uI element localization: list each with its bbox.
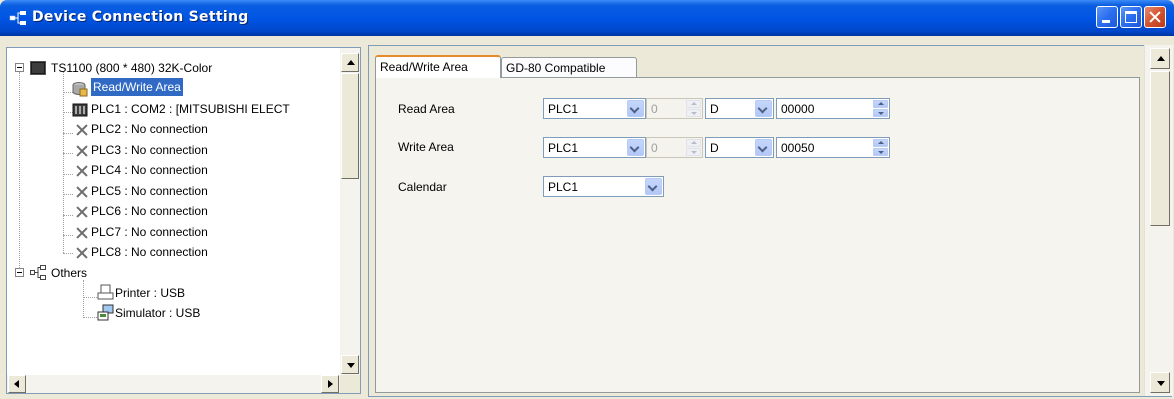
tab-gd80-compatible[interactable]: GD-80 Compatible — [501, 57, 637, 77]
x-icon — [75, 144, 89, 158]
collapse-others-toggle[interactable] — [15, 268, 24, 277]
scroll-right-button[interactable] — [321, 375, 339, 393]
stepper-value: 00050 — [781, 141, 815, 155]
tree-vertical-scrollbar[interactable] — [340, 48, 360, 376]
write-area-plc-select[interactable]: PLC1 — [543, 137, 646, 158]
x-icon — [75, 246, 89, 260]
tree-item-label: PLC7 : No connection — [91, 225, 208, 239]
select-value: PLC1 — [548, 180, 579, 194]
tree-connector — [63, 194, 73, 195]
collapse-root-toggle[interactable] — [15, 63, 24, 72]
tab-label: Read/Write Area — [380, 60, 468, 74]
scroll-left-button[interactable] — [8, 375, 26, 393]
maximize-button[interactable] — [1120, 6, 1142, 28]
tree-connector — [63, 153, 73, 154]
window-title: Device Connection Setting — [32, 9, 249, 25]
read-area-label: Read Area — [398, 102, 455, 116]
tree-item-label: Others — [51, 266, 88, 280]
scroll-down-button[interactable] — [1150, 372, 1170, 393]
plc-icon — [72, 103, 88, 117]
title-bar[interactable]: Device Connection Setting — [0, 0, 1174, 36]
calendar-label: Calendar — [398, 180, 447, 194]
size-grip — [340, 375, 360, 393]
tree-connector — [63, 174, 73, 175]
write-area-label: Write Area — [398, 140, 454, 154]
tree-item-label: Read/Write Area — [90, 77, 184, 97]
monitor-icon — [30, 61, 46, 75]
spin-buttons — [686, 139, 701, 156]
select-value: PLC1 — [548, 141, 579, 155]
tree-item-label: PLC2 : No connection — [91, 122, 208, 136]
chevron-down-icon[interactable] — [755, 139, 772, 156]
minimize-button[interactable] — [1096, 6, 1118, 28]
panel-vertical-scrollbar[interactable] — [1144, 45, 1173, 396]
tree-connector — [19, 72, 20, 272]
write-area-address-stepper[interactable]: 00050 — [776, 137, 890, 158]
scroll-up-button[interactable] — [1150, 48, 1170, 69]
x-icon — [75, 123, 89, 137]
read-area-plc-select[interactable]: PLC1 — [543, 98, 646, 119]
x-icon — [75, 185, 89, 199]
chevron-down-icon[interactable] — [627, 100, 644, 117]
select-value: D — [710, 141, 719, 155]
scroll-down-button[interactable] — [341, 355, 359, 374]
read-area-device-select[interactable]: D — [705, 98, 774, 119]
scroll-thumb[interactable] — [1150, 71, 1170, 226]
calendar-plc-select[interactable]: PLC1 — [543, 176, 664, 197]
tree-connector — [63, 133, 73, 134]
tree-item-label: PLC3 : No connection — [91, 143, 208, 157]
chevron-down-icon[interactable] — [755, 100, 772, 117]
database-icon — [72, 82, 88, 97]
tree-item-label: PLC1 : COM2 : [MITSUBISHI ELECT — [91, 102, 290, 116]
tree-item-label: TS1100 (800 * 480) 32K-Color — [51, 61, 213, 75]
tree-item-label: PLC8 : No connection — [91, 245, 208, 259]
scroll-thumb[interactable] — [341, 73, 359, 179]
tree-item-label: Printer : USB — [115, 286, 186, 300]
spin-buttons[interactable] — [873, 139, 888, 156]
write-area-device-select[interactable]: D — [705, 137, 774, 158]
tree-item-label: PLC4 : No connection — [91, 163, 208, 177]
tree-connector — [63, 253, 73, 254]
read-area-port-stepper: 0 — [646, 98, 703, 119]
network-icon — [30, 265, 46, 280]
tree-item-label: Simulator : USB — [115, 306, 201, 320]
tree-item-label: PLC6 : No connection — [91, 204, 208, 218]
device-connection-window: Device Connection Setting TS1100 (800 * … — [0, 0, 1174, 399]
tree-connector — [83, 317, 97, 318]
tree-connector — [83, 297, 97, 298]
select-value: D — [710, 102, 719, 116]
select-value: PLC1 — [548, 102, 579, 116]
tree-horizontal-scrollbar[interactable] — [7, 375, 340, 393]
x-icon — [75, 164, 89, 178]
chevron-down-icon[interactable] — [627, 139, 644, 156]
x-icon — [75, 226, 89, 240]
read-area-address-stepper[interactable]: 00000 — [776, 98, 890, 119]
scroll-up-button[interactable] — [341, 53, 359, 72]
tree-item-label: PLC5 : No connection — [91, 184, 208, 198]
x-icon — [75, 205, 89, 219]
tree-connector — [63, 235, 73, 236]
stepper-value: 00000 — [781, 102, 815, 116]
tab-read-write-area[interactable]: Read/Write Area — [375, 55, 501, 78]
printer-icon — [97, 284, 114, 300]
write-area-port-stepper: 0 — [646, 137, 703, 158]
tab-content: Read Area PLC1 0 D 00000 Write Area PLC1… — [375, 77, 1140, 393]
stepper-value: 0 — [651, 102, 658, 116]
tree-connector — [83, 280, 84, 318]
device-tree[interactable]: TS1100 (800 * 480) 32K-Color Read/Write … — [6, 47, 361, 394]
close-button[interactable] — [1144, 6, 1166, 28]
tree-connector — [63, 215, 73, 216]
network-tree-icon — [9, 11, 26, 25]
spin-buttons — [686, 100, 701, 117]
tree-connector — [63, 72, 64, 253]
stepper-value: 0 — [651, 141, 658, 155]
spin-buttons[interactable] — [873, 100, 888, 117]
simulator-icon — [97, 304, 114, 321]
chevron-down-icon[interactable] — [645, 178, 662, 195]
tab-label: GD-80 Compatible — [506, 61, 606, 75]
